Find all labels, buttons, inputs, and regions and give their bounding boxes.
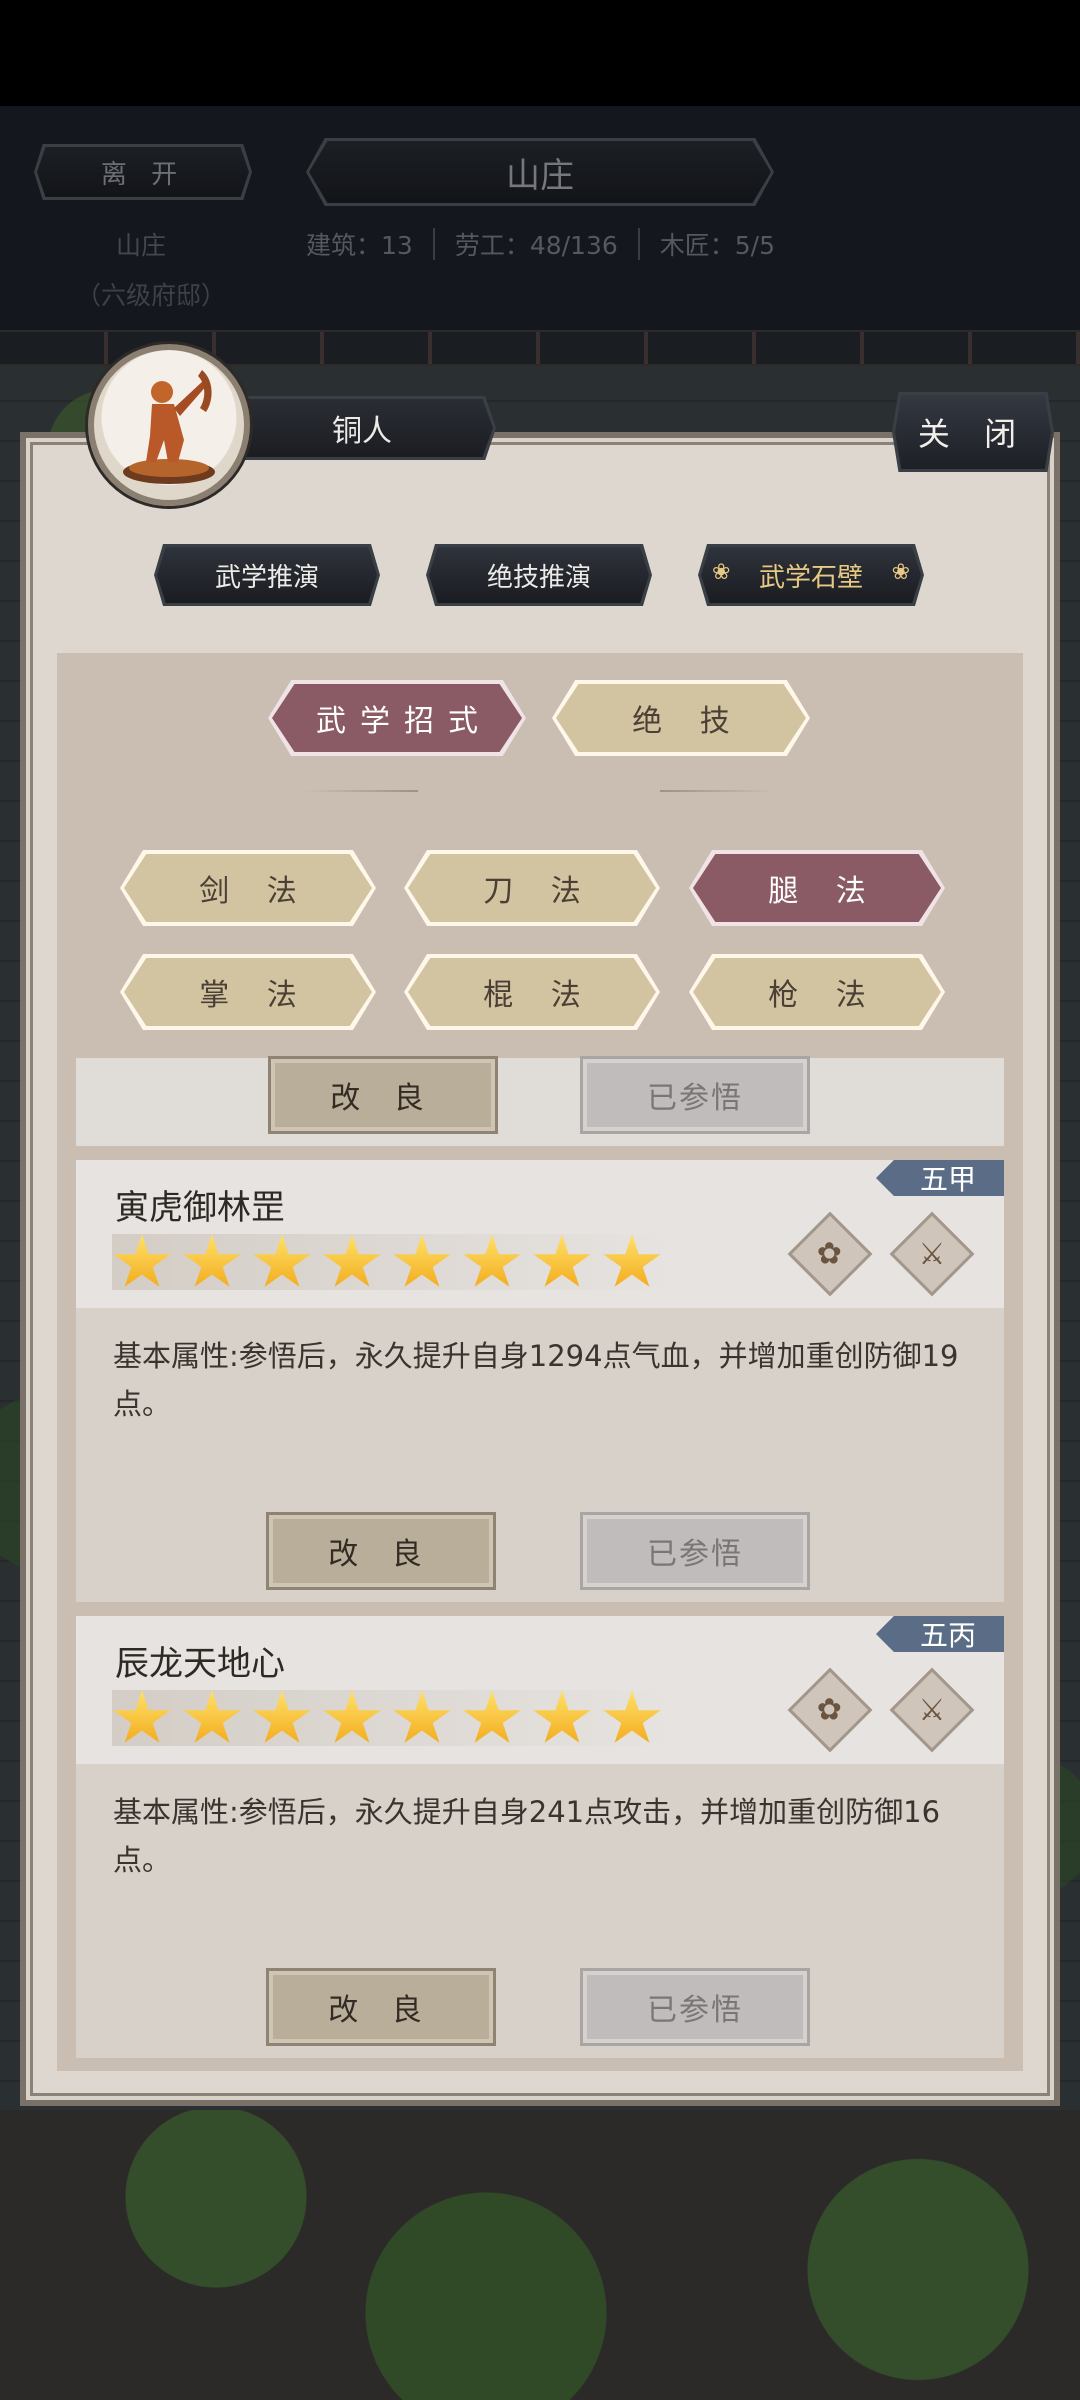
stat-laborers: 劳工：48/136 [454,231,618,260]
star-icon [183,1690,241,1743]
character-name: 铜人 [332,414,392,449]
star-icon [183,1234,241,1287]
mode-tab-skill-deduction[interactable]: 绝技推演 [426,544,652,606]
mode-tab-martial-deduction[interactable]: 武学推演 [154,544,380,606]
star-icon [533,1690,591,1743]
category-leg[interactable]: 腿 法 [689,850,945,926]
category-label: 腿 法 [768,874,880,909]
star-icon [463,1690,521,1743]
close-button-label: 关 闭 [917,415,1029,453]
character-name-plate: 铜人 [228,396,496,460]
star-icon [533,1234,591,1287]
grade-tag: 五丙 [876,1616,1004,1652]
stat-buildings: 建筑：13 [306,231,413,260]
star-icon [603,1690,661,1743]
tab-ultimate-skills[interactable]: 绝 技 [552,680,810,756]
leave-button[interactable]: 离 开 [34,144,252,200]
location-name: 山庄 [116,231,167,260]
comprehended-button[interactable]: 已参悟 [580,1968,810,2046]
skill-description: 基本属性:参悟后，永久提升自身1294点气血，并增加重创防御19点。 [113,1339,959,1421]
divider-left [304,790,418,792]
close-button[interactable]: 关 闭 [892,392,1054,472]
tab-martial-moves[interactable]: 武学招式 [268,680,526,756]
star-rating [112,1234,662,1292]
mode-tab-label: 武学石壁 [758,562,863,593]
star-icon [463,1234,521,1287]
star-icon [393,1690,451,1743]
stats-row: 建筑：13 劳工：48/136 木匠：5/5 [306,226,775,262]
skill-title: 辰龙天地心 [115,1644,285,1684]
mode-tab-label: 绝技推演 [486,562,591,593]
location-level: （六级府邸） [76,281,227,310]
category-label: 棍 法 [483,978,595,1013]
leave-button-label: 离 开 [100,159,186,190]
stat-carpenters: 木匠：5/5 [659,231,776,260]
ornament-left-icon: ❀ [712,560,731,585]
page-title-text: 山庄 [506,155,574,196]
category-palm[interactable]: 掌 法 [120,954,376,1030]
previous-card-footer [76,1058,1004,1146]
star-icon [323,1690,381,1743]
star-icon [113,1690,171,1743]
category-staff[interactable]: 棍 法 [404,954,660,1030]
star-rating [112,1690,662,1748]
category-label: 剑 法 [199,874,311,909]
category-label: 刀 法 [483,874,595,909]
character-avatar [88,344,250,506]
tab-label: 武学招式 [316,704,492,739]
divider-right [660,790,774,792]
star-icon [113,1234,171,1287]
star-icon [603,1234,661,1287]
page-title: 山庄 [306,138,774,206]
improve-button[interactable]: 改 良 [268,1056,498,1134]
skill-title: 寅虎御林罡 [115,1188,285,1228]
mode-tab-label: 武学推演 [214,562,319,593]
mode-tab-martial-wall[interactable]: ❀ 武学石壁 ❀ [698,544,924,606]
grade-tag: 五甲 [876,1160,1004,1196]
comprehended-button[interactable]: 已参悟 [580,1056,810,1134]
skill-description: 基本属性:参悟后，永久提升自身241点攻击，并增加重创防御16点。 [113,1795,941,1877]
tab-label: 绝 技 [632,704,744,739]
star-icon [393,1234,451,1287]
category-sword[interactable]: 剑 法 [120,850,376,926]
ornament-right-icon: ❀ [891,560,910,585]
category-label: 掌 法 [199,978,311,1013]
improve-button[interactable]: 改 良 [266,1512,496,1590]
star-icon [253,1234,311,1287]
garden-ground [0,2110,1080,2400]
category-blade[interactable]: 刀 法 [404,850,660,926]
comprehended-button[interactable]: 已参悟 [580,1512,810,1590]
star-icon [323,1234,381,1287]
star-icon [253,1690,311,1743]
category-label: 枪 法 [768,978,880,1013]
status-bar [0,0,1080,106]
improve-button[interactable]: 改 良 [266,1968,496,2046]
category-spear[interactable]: 枪 法 [689,954,945,1030]
